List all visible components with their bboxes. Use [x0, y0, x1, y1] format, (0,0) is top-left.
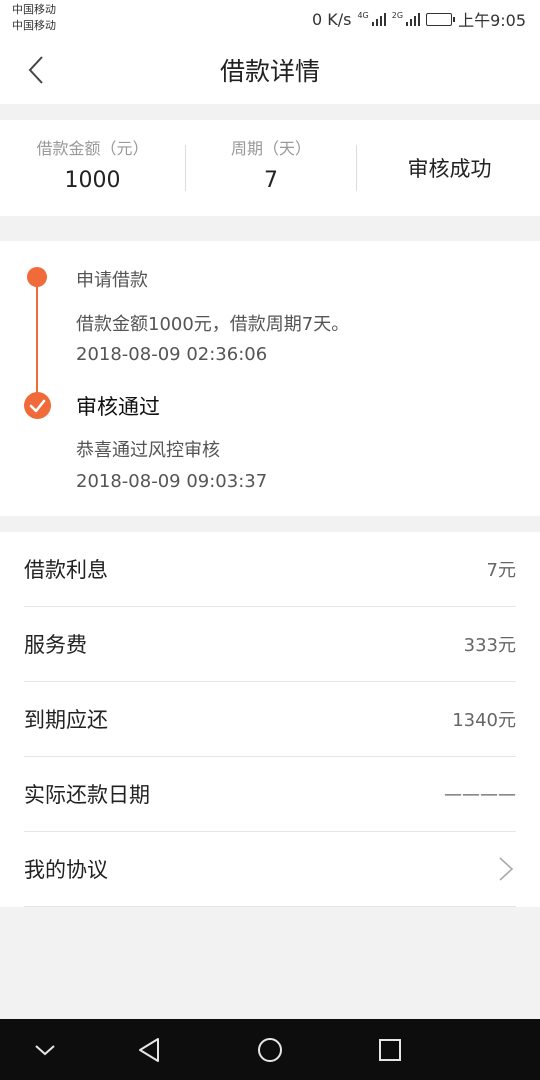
row-service-fee: 服务费 333元 — [24, 607, 516, 682]
collapse-down-icon[interactable] — [29, 1034, 61, 1066]
row-value: 333元 — [463, 635, 516, 656]
signal-2g-icon: 2G — [391, 11, 421, 26]
nav-bar: 借款详情 — [0, 38, 540, 104]
network-speed: 0 K/s — [311, 9, 352, 29]
period-label: 周期（天） — [230, 139, 311, 158]
status-block: 审核成功 — [357, 153, 540, 183]
row-value: 1340元 — [452, 710, 516, 731]
loan-details-list: 借款利息 7元 服务费 333元 到期应还 1340元 实际还款日期 ———— … — [0, 532, 540, 907]
home-circle-icon[interactable] — [254, 1034, 286, 1066]
row-amount-due: 到期应还 1340元 — [24, 682, 516, 757]
status-indicators: 0 K/s 4G 2G 上午9:05 — [311, 8, 526, 31]
battery-full-icon — [426, 12, 456, 26]
check-circle-icon — [24, 392, 51, 419]
network-type-1: 4G — [357, 11, 369, 20]
signal-4g-icon: 4G — [357, 11, 386, 26]
page-title: 借款详情 — [219, 57, 320, 86]
row-my-agreement[interactable]: 我的协议 — [24, 832, 516, 907]
step-desc-apply: 借款金额1000元，借款周期7天。 — [76, 314, 350, 335]
amount-block: 借款金额（元） 1000 — [0, 138, 185, 198]
loan-summary-card: 借款金额（元） 1000 周期（天） 7 审核成功 — [0, 120, 540, 216]
review-status: 审核成功 — [407, 157, 492, 181]
recents-square-icon[interactable] — [374, 1034, 406, 1066]
amount-value: 1000 — [64, 168, 121, 193]
back-triangle-icon[interactable] — [134, 1034, 166, 1066]
row-label: 我的协议 — [24, 858, 108, 882]
carrier-label-1: 中国移动 — [12, 3, 56, 16]
status-bar: 中国移动 中国移动 0 K/s 4G 2G 上午9:05 — [0, 0, 540, 38]
row-value: ———— — [444, 783, 516, 805]
carrier-label-2: 中国移动 — [12, 19, 56, 32]
row-label: 借款利息 — [24, 558, 108, 582]
row-actual-repay-date: 实际还款日期 ———— — [24, 757, 516, 832]
row-label: 到期应还 — [24, 708, 108, 732]
timeline-connector — [36, 277, 38, 407]
step-time-apply: 2018-08-09 02:36:06 — [76, 344, 268, 365]
clock: 上午9:05 — [458, 11, 526, 30]
row-label: 实际还款日期 — [24, 783, 150, 807]
system-nav-bar — [0, 1019, 540, 1080]
row-interest: 借款利息 7元 — [24, 532, 516, 607]
step-title-approved: 审核通过 — [76, 395, 160, 419]
progress-timeline: 申请借款 借款金额1000元，借款周期7天。 2018-08-09 02:36:… — [0, 241, 540, 516]
amount-label: 借款金额（元） — [36, 139, 149, 158]
step-title-apply: 申请借款 — [76, 270, 148, 291]
row-value: 7元 — [486, 560, 516, 581]
step-time-approved: 2018-08-09 09:03:37 — [76, 471, 268, 492]
network-type-2: 2G — [391, 11, 404, 20]
row-label: 服务费 — [24, 633, 87, 657]
chevron-right-icon — [499, 857, 514, 881]
timeline-dot-icon — [27, 267, 47, 287]
period-block: 周期（天） 7 — [186, 138, 356, 198]
period-value: 7 — [264, 168, 278, 193]
step-desc-approved: 恭喜通过风控审核 — [76, 440, 220, 461]
